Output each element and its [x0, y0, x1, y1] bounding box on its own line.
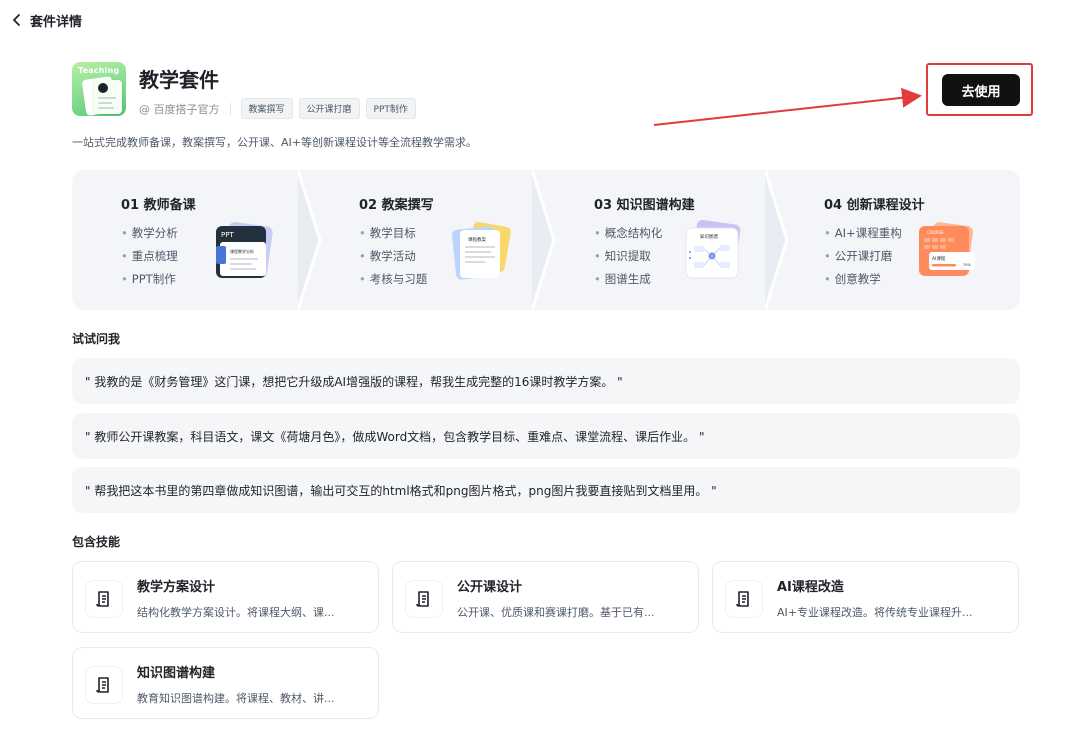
step-items: AI+课程重构 公开课打磨 创意教学: [824, 222, 902, 291]
step-item: PPT制作: [121, 268, 178, 291]
step-item: 教学目标: [359, 222, 427, 245]
step-item: 概念结构化: [594, 222, 663, 245]
illus-label: PPT: [221, 231, 234, 239]
skill-name: AI课程改造: [777, 580, 844, 595]
step-title: 03 知识图谱构建: [594, 198, 695, 213]
step-title: 04 创新课程设计: [824, 198, 925, 213]
step-item: 考核与习题: [359, 268, 428, 291]
skills-heading: 包含技能: [72, 535, 121, 549]
divider: [229, 102, 231, 115]
chevron-left-icon[interactable]: [10, 13, 24, 27]
prompt-card[interactable]: " 帮我把这本书里的第四章做成知识图谱，输出可交互的html格式和png图片格式…: [72, 467, 1020, 513]
scroll-icon: [405, 580, 443, 618]
illus-sub: 课程教学分析: [230, 248, 254, 254]
illus-label: 知识图谱: [700, 233, 718, 240]
page-title: 套件详情: [30, 14, 83, 30]
skill-name: 知识图谱构建: [137, 666, 216, 681]
suite-title: 教学套件: [139, 68, 219, 92]
step-item: AI+课程重构: [824, 222, 902, 245]
step-items: 教学目标 教学活动 考核与习题: [359, 222, 428, 291]
step-items: 教学分析 重点梳理 PPT制作: [121, 222, 178, 291]
step-item: 创意教学: [824, 268, 902, 291]
prompt-card[interactable]: " 我教的是《财务管理》这门课，想把它升级成AI增强版的课程，帮我生成完整的16…: [72, 358, 1020, 404]
suite-meta: @ 百度搭子官方 教案撰写 公开课打磨 PPT制作: [139, 98, 416, 119]
back-nav[interactable]: 套件详情: [10, 10, 82, 30]
step-items: 概念结构化 知识提取 图谱生成: [594, 222, 663, 291]
step-item: 教学活动: [359, 245, 427, 268]
skill-desc: 结构化教学方案设计。将课程大纲、课...: [137, 606, 335, 619]
skill-name: 教学方案设计: [137, 580, 216, 595]
skill-card[interactable]: 知识图谱构建 教育知识图谱构建。将课程、教材、讲...: [72, 647, 379, 719]
try-ask-heading: 试试问我: [72, 332, 121, 346]
skill-desc: 教育知识图谱构建。将课程、教材、讲...: [137, 692, 335, 705]
use-button[interactable]: 去使用: [942, 74, 1020, 106]
tag: PPT制作: [365, 98, 416, 119]
logo-line: [98, 102, 112, 104]
knowledge-graph-illustration: 知识图谱: [685, 220, 741, 279]
workflow-panel: 01 教师备课 教学分析 重点梳理 PPT制作 PPT 课程教学分析 02 教案…: [72, 170, 1020, 310]
check-icon: [98, 83, 108, 93]
prompt-card[interactable]: " 教师公开课教案，科目语文，课文《荷塘月色》，做成Word文档，包含教学目标、…: [72, 413, 1020, 459]
step-title: 01 教师备课: [121, 198, 196, 213]
step-knowledge-graph: 03 知识图谱构建 概念结构化 知识提取 图谱生成 知识图谱: [546, 170, 776, 310]
suite-author[interactable]: @ 百度搭子官方: [139, 101, 220, 117]
scroll-icon: [85, 666, 123, 704]
tag: 公开课打磨: [298, 98, 360, 119]
step-item: 教学分析: [121, 222, 178, 245]
illus-top: COURSE: [927, 230, 944, 235]
suite-logo: Teaching: [72, 62, 126, 116]
illus-pct: 70%: [963, 263, 971, 267]
step-item: 图谱生成: [594, 268, 662, 291]
suite-description: 一站式完成教师备课，教案撰写，公开课、AI+等创新课程设计等全流程教学需求。: [72, 136, 477, 149]
annotation-arrow: [653, 88, 922, 126]
skill-card[interactable]: 教学方案设计 结构化教学方案设计。将课程大纲、课...: [72, 561, 379, 633]
illus-label: AI课程: [932, 255, 946, 262]
skill-desc: 公开课、优质课和赛课打磨。基于已有...: [457, 606, 655, 619]
ai-course-illustration: COURSE AI课程 70%: [919, 222, 975, 276]
tag: 教案撰写: [240, 98, 293, 119]
logo-label: Teaching: [78, 66, 120, 75]
ppt-illustration: PPT 课程教学分析: [216, 221, 273, 279]
step-item: 知识提取: [594, 245, 662, 268]
skill-desc: AI+专业课程改造。将传统专业课程升...: [777, 606, 973, 619]
step-lesson-plan: 02 教案撰写 教学目标 教学活动 考核与习题 课程教案: [312, 170, 542, 310]
logo-line: [98, 97, 116, 99]
skill-name: 公开课设计: [457, 580, 523, 595]
step-item: 重点梳理: [121, 245, 178, 268]
step-item: 公开课打磨: [824, 245, 902, 268]
scroll-icon: [85, 580, 123, 618]
step-teacher-prep: 01 教师备课 教学分析 重点梳理 PPT制作 PPT 课程教学分析: [72, 170, 302, 310]
illus-label: 课程教案: [468, 236, 486, 243]
logo-line: [98, 107, 114, 109]
skill-card[interactable]: AI课程改造 AI+专业课程改造。将传统专业课程升...: [712, 561, 1019, 633]
skill-card[interactable]: 公开课设计 公开课、优质课和赛课打磨。基于已有...: [392, 561, 699, 633]
scroll-icon: [725, 580, 763, 618]
step-innovative-course: 04 创新课程设计 AI+课程重构 公开课打磨 创意教学 COURSE AI课程…: [777, 170, 1020, 310]
step-title: 02 教案撰写: [359, 198, 434, 213]
lesson-plan-illustration: 课程教案: [451, 222, 511, 280]
